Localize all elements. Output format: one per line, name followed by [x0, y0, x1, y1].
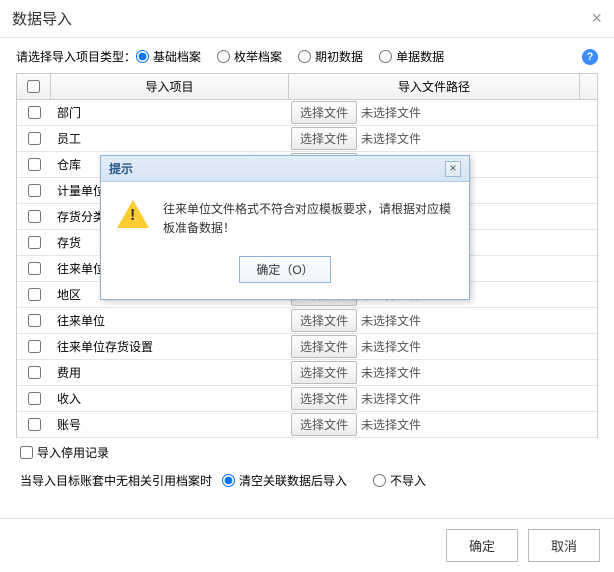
header-item: 导入项目: [51, 74, 289, 99]
ok-button[interactable]: 确定: [446, 529, 518, 562]
radio-voucher[interactable]: 单据数据: [379, 48, 444, 65]
row-checkbox[interactable]: [28, 366, 41, 379]
file-status: 未选择文件: [361, 130, 421, 147]
row-item-name: 收入: [51, 390, 289, 407]
row-checkbox[interactable]: [28, 340, 41, 353]
table-row: 往来单位选择文件未选择文件: [17, 308, 597, 334]
choose-file-button[interactable]: 选择文件: [291, 309, 357, 332]
row-checkbox[interactable]: [28, 314, 41, 327]
missing-ref-label: 当导入目标账套中无相关引用档案时: [20, 472, 212, 489]
radio-initial[interactable]: 期初数据: [298, 48, 363, 65]
close-icon[interactable]: ×: [591, 8, 602, 29]
header-file: 导入文件路径: [289, 74, 580, 99]
radio-clear-label: 清空关联数据后导入: [239, 472, 347, 489]
row-checkbox[interactable]: [28, 210, 41, 223]
row-item-name: 账号: [51, 416, 289, 433]
row-checkbox[interactable]: [28, 392, 41, 405]
radio-enum-label: 枚举档案: [234, 48, 282, 65]
row-checkbox[interactable]: [28, 418, 41, 431]
row-checkbox[interactable]: [28, 184, 41, 197]
radio-skip-label: 不导入: [390, 472, 426, 489]
help-icon[interactable]: ?: [582, 49, 598, 65]
type-label: 请选择导入项目类型：: [16, 48, 136, 65]
table-row: 收入选择文件未选择文件: [17, 386, 597, 412]
dialog-title: 数据导入: [12, 8, 72, 29]
row-checkbox[interactable]: [28, 262, 41, 275]
table-row: 部门选择文件未选择文件: [17, 100, 597, 126]
file-status: 未选择文件: [361, 416, 421, 433]
table-row: 员工选择文件未选择文件: [17, 126, 597, 152]
row-item-name: 员工: [51, 130, 289, 147]
file-status: 未选择文件: [361, 390, 421, 407]
choose-file-button[interactable]: 选择文件: [291, 413, 357, 436]
alert-title: 提示: [109, 160, 133, 177]
stop-record-label: 导入停用记录: [37, 444, 109, 461]
radio-initial-label: 期初数据: [315, 48, 363, 65]
choose-file-button[interactable]: 选择文件: [291, 387, 357, 410]
radio-basic[interactable]: 基础档案: [136, 48, 201, 65]
table-row: 账号选择文件未选择文件: [17, 412, 597, 438]
choose-file-button[interactable]: 选择文件: [291, 335, 357, 358]
file-status: 未选择文件: [361, 364, 421, 381]
radio-clear[interactable]: 清空关联数据后导入: [222, 472, 347, 489]
file-status: 未选择文件: [361, 338, 421, 355]
row-checkbox[interactable]: [28, 132, 41, 145]
radio-enum[interactable]: 枚举档案: [217, 48, 282, 65]
radio-basic-label: 基础档案: [153, 48, 201, 65]
warning-icon: !: [117, 200, 149, 228]
alert-dialog: 提示 × ! 往来单位文件格式不符合对应模板要求，请根据对应模板准备数据！ 确定…: [100, 155, 470, 300]
file-status: 未选择文件: [361, 312, 421, 329]
table-row: 往来单位存货设置选择文件未选择文件: [17, 334, 597, 360]
stop-record-checkbox[interactable]: 导入停用记录: [20, 444, 109, 461]
row-checkbox[interactable]: [28, 288, 41, 301]
select-all-checkbox[interactable]: [27, 80, 40, 93]
alert-ok-button[interactable]: 确定（O）: [239, 256, 330, 283]
row-checkbox[interactable]: [28, 106, 41, 119]
row-item-name: 部门: [51, 104, 289, 121]
file-status: 未选择文件: [361, 104, 421, 121]
alert-message: 往来单位文件格式不符合对应模板要求，请根据对应模板准备数据！: [163, 200, 453, 238]
row-item-name: 费用: [51, 364, 289, 381]
row-checkbox[interactable]: [28, 158, 41, 171]
cancel-button[interactable]: 取消: [528, 529, 600, 562]
choose-file-button[interactable]: 选择文件: [291, 361, 357, 384]
radio-skip[interactable]: 不导入: [373, 472, 426, 489]
alert-close-icon[interactable]: ×: [445, 161, 461, 177]
table-row: 费用选择文件未选择文件: [17, 360, 597, 386]
choose-file-button[interactable]: 选择文件: [291, 127, 357, 150]
radio-voucher-label: 单据数据: [396, 48, 444, 65]
row-item-name: 往来单位存货设置: [51, 338, 289, 355]
row-item-name: 往来单位: [51, 312, 289, 329]
choose-file-button[interactable]: 选择文件: [291, 101, 357, 124]
row-checkbox[interactable]: [28, 236, 41, 249]
